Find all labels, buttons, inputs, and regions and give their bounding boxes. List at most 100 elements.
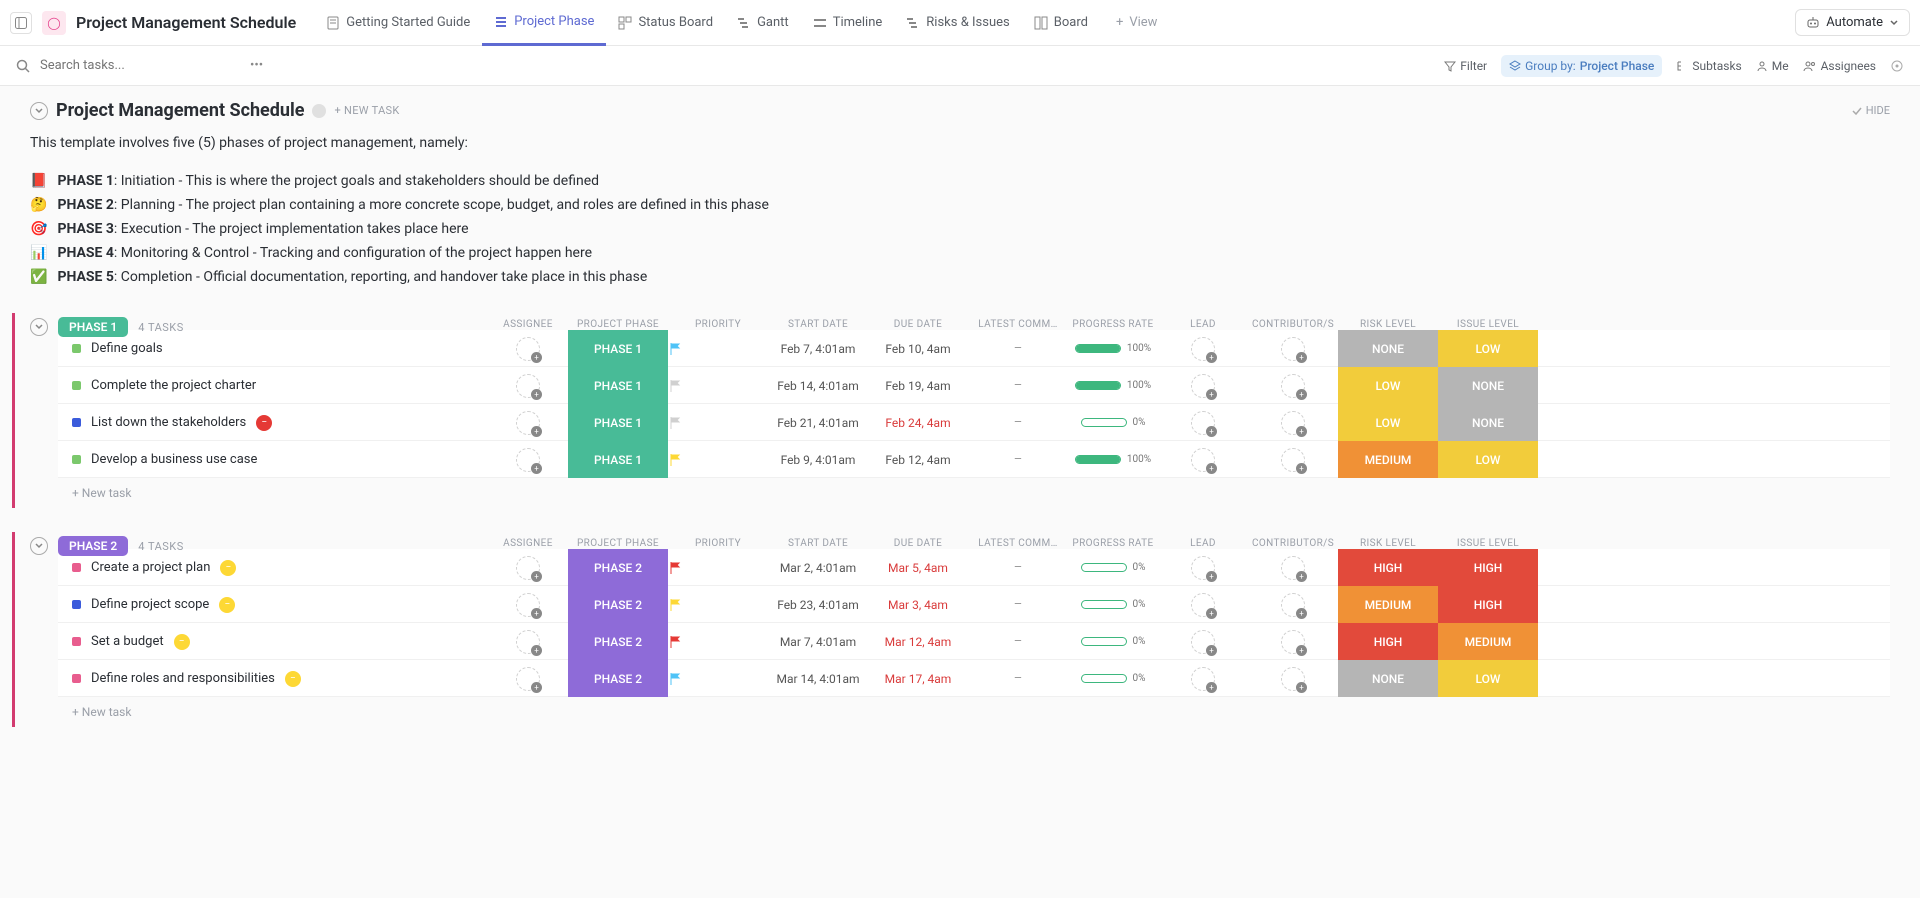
contributors-cell[interactable] bbox=[1248, 593, 1338, 617]
lead-cell[interactable] bbox=[1158, 411, 1248, 435]
phase-cell[interactable]: PHASE 1 bbox=[568, 367, 668, 404]
due-date-cell[interactable]: Mar 5, 4am bbox=[868, 561, 968, 575]
due-date-cell[interactable]: Mar 12, 4am bbox=[868, 635, 968, 649]
phase-cell[interactable]: PHASE 2 bbox=[568, 549, 668, 586]
column-header[interactable]: CONTRIBUTOR/S bbox=[1248, 319, 1338, 330]
contributors-cell[interactable] bbox=[1248, 374, 1338, 398]
start-date-cell[interactable]: Mar 7, 4:01am bbox=[768, 635, 868, 649]
risk-level-cell[interactable]: MEDIUM bbox=[1338, 586, 1438, 623]
priority-cell[interactable] bbox=[668, 416, 768, 430]
issue-level-cell[interactable]: LOW bbox=[1438, 660, 1538, 697]
status-square[interactable] bbox=[72, 418, 81, 427]
column-header[interactable]: ASSIGNEE bbox=[488, 319, 568, 330]
new-task-row[interactable]: + New task bbox=[58, 478, 1890, 508]
contributors-cell[interactable] bbox=[1248, 630, 1338, 654]
column-header[interactable] bbox=[58, 319, 488, 330]
assignee-cell[interactable] bbox=[488, 411, 568, 435]
lead-cell[interactable] bbox=[1158, 667, 1248, 691]
task-row[interactable]: Define roles and responsibilities−PHASE … bbox=[58, 660, 1890, 697]
me-button[interactable]: Me bbox=[1756, 59, 1789, 73]
phase-cell[interactable]: PHASE 1 bbox=[568, 330, 668, 367]
column-header[interactable]: PROJECT PHASE bbox=[568, 319, 668, 330]
progress-cell[interactable]: 0% bbox=[1068, 562, 1158, 573]
issue-level-cell[interactable]: NONE bbox=[1438, 404, 1538, 441]
task-row[interactable]: Create a project plan−PHASE 2Mar 2, 4:01… bbox=[58, 549, 1890, 586]
progress-cell[interactable]: 0% bbox=[1068, 636, 1158, 647]
assignee-cell[interactable] bbox=[488, 374, 568, 398]
issue-level-cell[interactable]: HIGH bbox=[1438, 549, 1538, 586]
risk-level-cell[interactable]: MEDIUM bbox=[1338, 441, 1438, 478]
lead-cell[interactable] bbox=[1158, 337, 1248, 361]
column-header[interactable]: ISSUE LEVEL bbox=[1438, 319, 1538, 330]
tab-project-phase[interactable]: Project Phase bbox=[482, 1, 606, 46]
task-row[interactable]: List down the stakeholders−PHASE 1Feb 21… bbox=[58, 404, 1890, 441]
tab-getting-started-guide[interactable]: Getting Started Guide bbox=[314, 0, 482, 45]
column-header[interactable]: START DATE bbox=[768, 538, 868, 549]
progress-cell[interactable]: 0% bbox=[1068, 673, 1158, 684]
risk-level-cell[interactable]: HIGH bbox=[1338, 623, 1438, 660]
column-header[interactable]: PRIORITY bbox=[668, 319, 768, 330]
tab-board[interactable]: Board bbox=[1022, 0, 1100, 45]
tab-gantt[interactable]: Gantt bbox=[725, 0, 801, 45]
issue-level-cell[interactable]: NONE bbox=[1438, 367, 1538, 404]
column-header[interactable]: START DATE bbox=[768, 319, 868, 330]
tab-timeline[interactable]: Timeline bbox=[801, 0, 895, 45]
workspace-logo[interactable]: ◯ bbox=[42, 11, 66, 35]
column-header[interactable]: PRIORITY bbox=[668, 538, 768, 549]
column-header[interactable]: LEAD bbox=[1158, 538, 1248, 549]
progress-cell[interactable]: 100% bbox=[1068, 343, 1158, 354]
latest-comment-cell[interactable]: – bbox=[968, 378, 1068, 393]
task-row[interactable]: Define project scope−PHASE 2Feb 23, 4:01… bbox=[58, 586, 1890, 623]
lead-cell[interactable] bbox=[1158, 630, 1248, 654]
column-header[interactable]: PROGRESS RATE bbox=[1068, 319, 1158, 330]
group-collapse-toggle[interactable] bbox=[30, 537, 48, 555]
due-date-cell[interactable]: Feb 19, 4am bbox=[868, 379, 968, 393]
status-square[interactable] bbox=[72, 637, 81, 646]
start-date-cell[interactable]: Mar 14, 4:01am bbox=[768, 672, 868, 686]
status-square[interactable] bbox=[72, 381, 81, 390]
hide-button[interactable]: HIDE bbox=[1852, 104, 1890, 117]
priority-cell[interactable] bbox=[668, 635, 768, 649]
sidebar-toggle[interactable] bbox=[10, 12, 32, 34]
priority-cell[interactable] bbox=[668, 453, 768, 467]
column-header[interactable]: PROJECT PHASE bbox=[568, 538, 668, 549]
progress-cell[interactable]: 0% bbox=[1068, 417, 1158, 428]
progress-cell[interactable]: 100% bbox=[1068, 380, 1158, 391]
more-icon[interactable]: ••• bbox=[250, 58, 263, 73]
assignee-cell[interactable] bbox=[488, 593, 568, 617]
column-header[interactable]: DUE DATE bbox=[868, 319, 968, 330]
column-header[interactable]: LATEST COMM… bbox=[968, 319, 1068, 330]
status-square[interactable] bbox=[72, 674, 81, 683]
assignee-cell[interactable] bbox=[488, 337, 568, 361]
automate-button[interactable]: Automate bbox=[1795, 9, 1910, 36]
column-header[interactable]: CONTRIBUTOR/S bbox=[1248, 538, 1338, 549]
contributors-cell[interactable] bbox=[1248, 556, 1338, 580]
new-task-row[interactable]: + New task bbox=[58, 697, 1890, 727]
phase-cell[interactable]: PHASE 2 bbox=[568, 623, 668, 660]
task-row[interactable]: Define goalsPHASE 1Feb 7, 4:01amFeb 10, … bbox=[58, 330, 1890, 367]
lead-cell[interactable] bbox=[1158, 593, 1248, 617]
filter-button[interactable]: Filter bbox=[1444, 59, 1487, 73]
task-row[interactable]: Develop a business use casePHASE 1Feb 9,… bbox=[58, 441, 1890, 478]
group-collapse-toggle[interactable] bbox=[30, 318, 48, 336]
risk-level-cell[interactable]: HIGH bbox=[1338, 549, 1438, 586]
column-header[interactable] bbox=[58, 538, 488, 549]
start-date-cell[interactable]: Feb 14, 4:01am bbox=[768, 379, 868, 393]
settings-icon[interactable] bbox=[1890, 59, 1904, 73]
column-header[interactable]: PROGRESS RATE bbox=[1068, 538, 1158, 549]
phase-cell[interactable]: PHASE 2 bbox=[568, 660, 668, 697]
search-input[interactable] bbox=[40, 58, 240, 73]
column-header[interactable]: ASSIGNEE bbox=[488, 538, 568, 549]
progress-cell[interactable]: 0% bbox=[1068, 599, 1158, 610]
task-row[interactable]: Complete the project charterPHASE 1Feb 1… bbox=[58, 367, 1890, 404]
assignee-cell[interactable] bbox=[488, 630, 568, 654]
risk-level-cell[interactable]: LOW bbox=[1338, 404, 1438, 441]
latest-comment-cell[interactable]: – bbox=[968, 671, 1068, 686]
column-header[interactable]: RISK LEVEL bbox=[1338, 538, 1438, 549]
info-icon[interactable] bbox=[312, 104, 326, 118]
lead-cell[interactable] bbox=[1158, 374, 1248, 398]
add-view-button[interactable]: + View bbox=[1104, 0, 1170, 45]
contributors-cell[interactable] bbox=[1248, 448, 1338, 472]
lead-cell[interactable] bbox=[1158, 556, 1248, 580]
due-date-cell[interactable]: Feb 24, 4am bbox=[868, 416, 968, 430]
